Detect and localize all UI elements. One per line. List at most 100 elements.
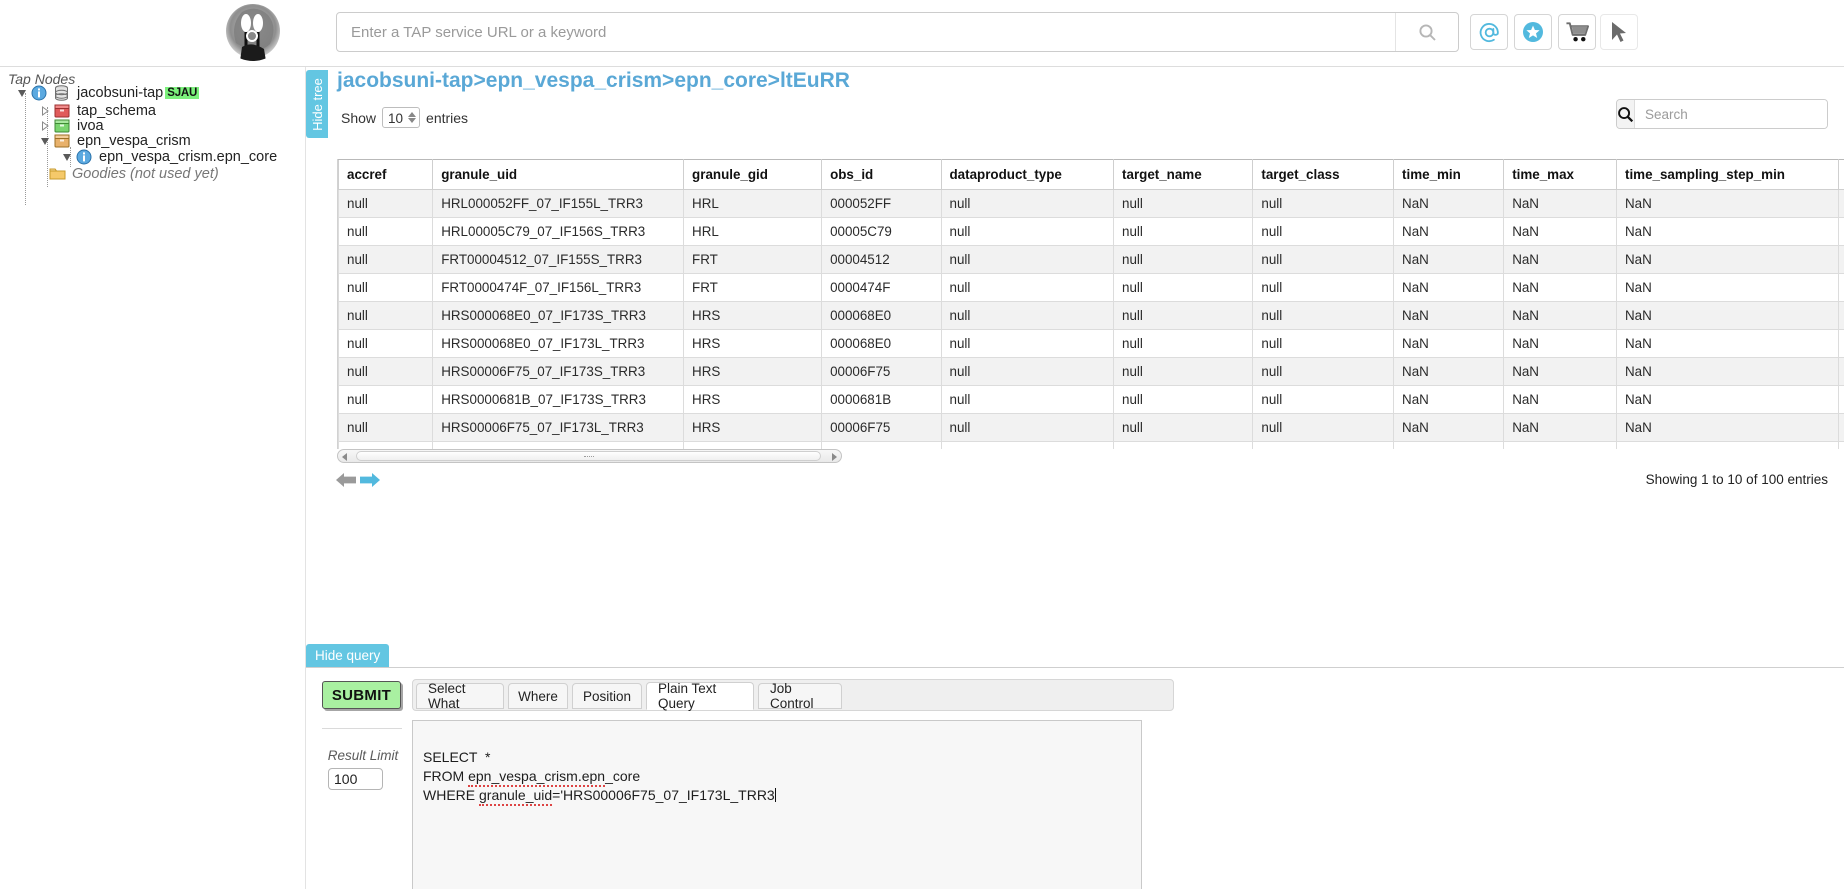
column-header[interactable]: target_name xyxy=(1113,159,1254,190)
sql-keyword-where: WHERE xyxy=(423,787,479,803)
favorites-button[interactable] xyxy=(1514,14,1552,50)
table-cell: null xyxy=(1113,189,1254,218)
table-row[interactable]: nullHRS0000681B_07_IF173L_TRR3HRS0000681… xyxy=(338,441,1844,449)
column-header[interactable]: obs_id xyxy=(821,159,942,190)
table-cell: NaN xyxy=(1393,245,1505,274)
expanded-handle-icon[interactable] xyxy=(38,134,52,148)
table-cell: null xyxy=(338,189,434,218)
table-cell: NaN xyxy=(1837,217,1844,246)
table-cell: 000052FF xyxy=(821,189,942,218)
tap-url-input[interactable] xyxy=(337,13,1397,51)
stepper-down-icon[interactable] xyxy=(408,118,417,123)
table-cell: null xyxy=(1252,273,1395,302)
table-cell: null xyxy=(338,357,434,386)
table-cell: NaN xyxy=(1503,385,1617,414)
table-cell: null xyxy=(1113,385,1254,414)
expanded-handle-icon[interactable] xyxy=(60,150,74,164)
table-cell: null xyxy=(1113,301,1254,330)
column-header[interactable]: accref xyxy=(338,159,434,190)
table-cell: null xyxy=(940,329,1115,358)
column-header[interactable]: granule_gid xyxy=(683,159,823,190)
table-search-box[interactable] xyxy=(1616,99,1828,129)
table-row[interactable]: null HRS000068E0_07_IF173L_TRR3 HRS 000068E… xyxy=(338,329,1844,358)
table-cell: NaN xyxy=(1503,245,1617,274)
application-window: Tap Nodes xyxy=(0,0,1844,889)
pointer-button[interactable] xyxy=(1600,14,1638,50)
column-header[interactable]: time_sampling_step_max xyxy=(1837,159,1844,190)
hide-tree-toggle[interactable]: Hide tree xyxy=(306,70,328,138)
table-cell: null xyxy=(338,217,434,246)
table-cell: null xyxy=(1252,217,1395,246)
sql-field-ref: granule_uid xyxy=(479,787,553,806)
table-row[interactable]: null HRS00006F75_07_IF173S_TRR3 HRS 00006F7… xyxy=(338,357,1844,386)
table-cell: null xyxy=(338,413,434,442)
cart-button[interactable] xyxy=(1558,14,1596,50)
table-row[interactable]: null HRS0000681B_07_IF173S_TRR3 HRS 0000681… xyxy=(338,385,1844,414)
submit-button[interactable]: SUBMIT xyxy=(322,681,401,709)
cart-icon xyxy=(1565,22,1589,42)
table-cell: 000068E0 xyxy=(821,301,942,330)
table-cell: null xyxy=(1113,441,1254,449)
table-cell: HRL000052FF_07_IF155L_TRR3 xyxy=(432,189,685,218)
table-cell: NaN xyxy=(1503,329,1617,358)
table-row[interactable]: null HRL00005C79_07_IF156S_TRR3 HRL 00005C7… xyxy=(338,217,1844,246)
sidebar-item-goodies[interactable]: Goodies (not used yet) xyxy=(33,163,219,184)
column-header[interactable]: time_max xyxy=(1503,159,1617,190)
sidebar-item-label: jacobsuni-tap xyxy=(77,84,164,101)
table-cell: HRL00005C79_07_IF156S_TRR3 xyxy=(432,217,685,246)
table-search-input[interactable] xyxy=(1635,100,1827,128)
table-cell: NaN xyxy=(1615,329,1839,358)
table-cell: HRS xyxy=(683,329,823,358)
table-cell: NaN xyxy=(1837,441,1844,449)
email-button[interactable] xyxy=(1470,14,1508,50)
hide-query-toggle[interactable]: Hide query xyxy=(306,644,390,668)
stepper-up-icon[interactable] xyxy=(408,112,417,117)
column-header[interactable]: target_class xyxy=(1252,159,1395,190)
next-page-arrow[interactable] xyxy=(359,471,380,494)
result-limit-input[interactable] xyxy=(328,768,383,790)
table-row[interactable]: null FRT0000474F_07_IF156L_TRR3 FRT 0000474… xyxy=(338,273,1844,302)
tab-select-what[interactable]: Select What xyxy=(416,681,504,711)
showing-entries-text: Showing 1 to 10 of 100 entries xyxy=(1645,472,1828,487)
table-cell: FRT0000474F_07_IF156L_TRR3 xyxy=(432,273,685,302)
table-row[interactable]: null HRS000068E0_07_IF173S_TRR3 HRS 000068E… xyxy=(338,301,1844,330)
column-header[interactable]: dataproduct_type xyxy=(940,159,1115,190)
table-cell: NaN xyxy=(1503,301,1617,330)
column-header[interactable]: time_sampling_step_min xyxy=(1615,159,1839,190)
expanded-handle-icon[interactable] xyxy=(15,86,29,100)
column-header[interactable]: time_min xyxy=(1393,159,1505,190)
table-cell: HRS xyxy=(683,441,823,449)
table-row[interactable]: null HRS00006F75_07_IF173L_TRR3 HRS 00006F7… xyxy=(338,413,1844,442)
tap-url-search-bar[interactable] xyxy=(336,12,1459,52)
table-cell: HRS000068E0_07_IF173S_TRR3 xyxy=(432,301,685,330)
tab-where[interactable]: Where xyxy=(508,683,568,709)
table-cell: NaN xyxy=(1615,413,1839,442)
table-cell: NaN xyxy=(1837,245,1844,274)
table-cell: 0000681B xyxy=(821,441,942,449)
table-cell: null xyxy=(1252,329,1395,358)
tab-position[interactable]: Position xyxy=(572,683,642,709)
table-horizontal-scrollbar[interactable] xyxy=(337,449,842,463)
scroll-right-icon[interactable] xyxy=(832,453,837,461)
scrollbar-thumb[interactable] xyxy=(356,451,821,461)
column-header[interactable]: granule_uid xyxy=(432,159,685,190)
tab-job-control[interactable]: Job Control xyxy=(758,681,842,711)
table-row[interactable]: null FRT00004512_07_IF155S_TRR3 FRT 0000451… xyxy=(338,245,1844,274)
results-table: accref granule_uid granule_gid obs_id datapr… xyxy=(338,159,1844,449)
table-cell: 0000681B xyxy=(821,385,942,414)
sql-line-2: FROM epn_vespa_crism.epn_core xyxy=(423,768,640,787)
table-cell: NaN xyxy=(1503,273,1617,302)
search-icon[interactable] xyxy=(1617,100,1635,128)
table-cell: null xyxy=(1113,357,1254,386)
table-row[interactable]: null HRL000052FF_07_IF155L_TRR3 HRL 000052F… xyxy=(338,189,1844,218)
entries-stepper[interactable]: 10 xyxy=(382,107,421,128)
table-cell: HRS00006F75_07_IF173S_TRR3 xyxy=(432,357,685,386)
table-cell: HRS xyxy=(683,413,823,442)
tab-plain-text-query[interactable]: Plain Text Query xyxy=(646,681,754,711)
previous-page-arrow[interactable] xyxy=(336,471,357,494)
table-cell: FRT xyxy=(683,245,823,274)
scroll-left-icon[interactable] xyxy=(342,453,347,461)
table-cell: null xyxy=(1113,413,1254,442)
url-search-button[interactable] xyxy=(1395,13,1458,51)
plain-text-query-editor[interactable]: SELECT * FROM epn_vespa_crism.epn_core W… xyxy=(412,720,1142,889)
